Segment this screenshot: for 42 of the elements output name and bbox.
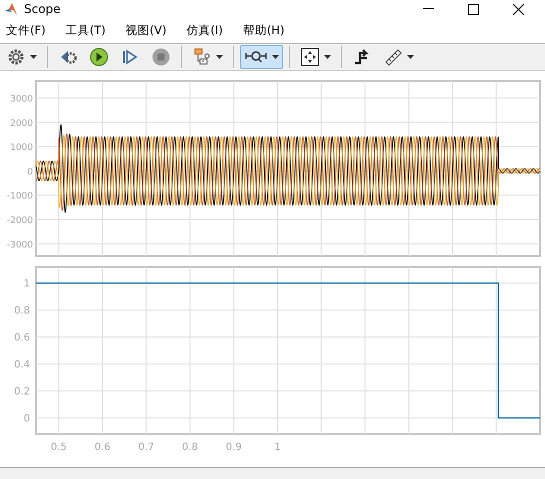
stop-icon	[151, 47, 171, 68]
axis-tick-label: 2000	[10, 119, 33, 130]
axis-tick-label: 0.8	[182, 442, 198, 454]
close-icon	[513, 4, 524, 14]
fit-to-view-icon	[300, 47, 320, 68]
axis-tick-label: 0.2	[14, 386, 30, 398]
step-forward-icon	[120, 47, 140, 68]
menu-item[interactable]: 视图(V)	[126, 22, 166, 38]
maximize-icon	[468, 4, 479, 14]
axis-tick-label: -3000	[6, 240, 33, 251]
gear-icon	[6, 47, 26, 68]
axis-tick-label: -1000	[6, 192, 33, 202]
ruler-icon	[383, 47, 403, 68]
axis-tick-label: 0.8	[14, 306, 30, 317]
axis-tick-label: 0.5	[50, 442, 67, 454]
signal-tree-icon	[192, 47, 212, 68]
minimize-icon	[423, 8, 434, 10]
app-logo-icon	[4, 2, 18, 16]
axis-tick-label: 0.4	[14, 360, 30, 371]
menu-item[interactable]: 文件(F)	[6, 22, 46, 38]
axis-tick-label: 1	[274, 442, 281, 454]
axis-tick-label: 0	[27, 168, 33, 178]
window-title: Scope	[24, 2, 62, 16]
caret-icon	[216, 55, 223, 60]
caret-icon	[407, 55, 414, 60]
caret-icon	[30, 55, 37, 60]
axis-tick-label: 0	[24, 414, 30, 425]
caret-icon	[324, 55, 331, 60]
menu-item[interactable]: 工具(T)	[66, 22, 106, 38]
axis-tick-label: 0.6	[94, 442, 110, 454]
axis-tick-label: 3000	[10, 94, 33, 105]
axis-tick-label: 0.6	[14, 332, 30, 344]
toolbar-button[interactable]	[240, 45, 283, 70]
axis-tick-label: 0.7	[138, 442, 154, 454]
caret-icon	[272, 55, 279, 60]
axis-tick-label: 1	[24, 279, 30, 290]
menu-item[interactable]: 帮助(H)	[242, 22, 284, 38]
axis-tick-label: 0.9	[226, 442, 242, 454]
axis-tick-label: 1000	[10, 144, 33, 154]
menu-item[interactable]: 仿真(I)	[186, 22, 223, 38]
axis-tick-label: -2000	[6, 216, 33, 226]
play-icon	[89, 47, 109, 68]
